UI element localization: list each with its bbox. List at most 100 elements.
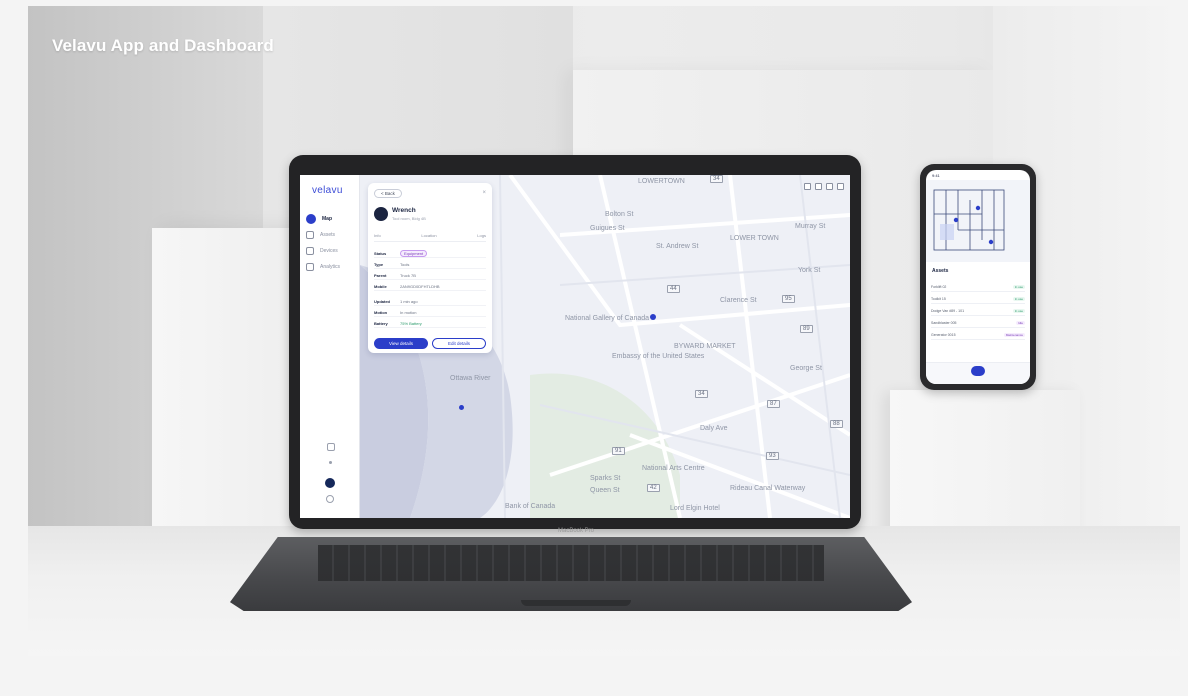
map-label: Queen St <box>590 487 620 494</box>
asset-avatar <box>374 207 388 221</box>
zoom-out-icon[interactable] <box>837 183 844 190</box>
chart-icon <box>306 263 314 271</box>
asset-name: Wrench <box>392 207 416 214</box>
asset-location-marker[interactable] <box>650 314 656 320</box>
sidebar-item-label: Assets <box>320 232 336 238</box>
map-label: Sparks St <box>590 475 621 482</box>
map-label: Lord Elgin Hotel <box>670 505 720 512</box>
field-value: In motion <box>400 309 417 315</box>
brand-logo: velavu <box>312 185 343 196</box>
map-label: BYWARD MARKET <box>674 343 736 350</box>
field-label: Status <box>374 250 387 256</box>
field-value: Tools <box>400 261 410 267</box>
sidebar-item-devices[interactable]: Devices <box>306 245 358 257</box>
road <box>508 175 850 328</box>
list-item[interactable]: Forklift 02 In use <box>931 282 1025 292</box>
field-label: Battery <box>374 320 388 326</box>
avatar[interactable] <box>325 478 335 488</box>
field-label: Mobile <box>374 283 387 289</box>
slide-title: Velavu App and Dashboard <box>52 36 274 55</box>
map-label: Murray St <box>795 223 826 230</box>
road-number-badge: 95 <box>782 295 795 303</box>
list-item[interactable]: Sandblaster 005 Idle <box>931 318 1025 328</box>
tab-location[interactable]: Location <box>421 233 436 238</box>
sidebar-item-label: Devices <box>320 248 338 254</box>
sidebar-item-label: Analytics <box>320 264 341 270</box>
phone-center-tab-button[interactable] <box>971 366 985 376</box>
phone-floor-map[interactable] <box>926 180 1030 262</box>
map-label: Clarence St <box>720 297 757 304</box>
phone-screen: 9:41 Assets Forklift 02 In use Toolkit 1… <box>926 170 1030 384</box>
road <box>728 175 772 518</box>
map-label: Rideau Canal Waterway <box>730 485 806 492</box>
settings-icon[interactable] <box>329 461 332 464</box>
list-item-name: Dodge Van #89 - 101 <box>931 308 965 313</box>
sidebar: velavu Map Assets Devices Analytics <box>300 175 360 518</box>
laptop-model-label: MacBook Pro <box>557 528 594 534</box>
list-item-name: Forklift 02 <box>931 284 947 289</box>
list-item[interactable]: Dodge Van #89 - 101 In use <box>931 306 1025 316</box>
zoom-in-icon[interactable] <box>826 183 833 190</box>
asset-field-row: Type Tools <box>374 260 486 269</box>
fullscreen-icon[interactable] <box>815 183 822 190</box>
status-badge: In use <box>1012 296 1025 301</box>
help-icon[interactable] <box>326 495 334 503</box>
list-item-name: Generator 0015 <box>931 332 956 337</box>
device-icon <box>306 247 314 255</box>
status-bar-time: 9:41 <box>932 173 940 178</box>
floor-plan <box>933 189 1005 251</box>
status-badge: Equipment <box>400 249 428 257</box>
map-label: Guigues St <box>590 225 625 232</box>
asset-field-row: Parent Truck 7B <box>374 271 486 280</box>
status-badge: In use <box>1012 284 1025 289</box>
sidebar-item-assets[interactable]: Assets <box>306 229 358 241</box>
map-label: Daly Ave <box>700 425 728 432</box>
layers-icon[interactable] <box>804 183 811 190</box>
battery-value: 75% Battery <box>400 320 422 326</box>
road-number-badge: 42 <box>647 484 660 492</box>
view-details-button[interactable]: View details <box>374 338 428 349</box>
map-label: Embassy of the United States <box>612 353 705 360</box>
close-icon[interactable]: × <box>482 190 486 196</box>
asset-field-row: Mobile 2AN9GD0DFHTLDHB <box>374 282 486 291</box>
map-label: Ottawa River <box>450 375 491 382</box>
status-badge: In use <box>1012 308 1025 313</box>
laptop-keyboard <box>318 545 824 581</box>
map-controls <box>804 183 844 190</box>
asset-detail-card: < Back × Wrench Tool room, Bldg 4B Info … <box>368 183 492 353</box>
map-label: LOWERTOWN <box>638 178 685 185</box>
road-number-badge: 93 <box>766 452 779 460</box>
notification-icon[interactable] <box>327 443 335 451</box>
map-label: LOWER TOWN <box>730 235 779 242</box>
sidebar-item-analytics[interactable]: Analytics <box>306 261 358 273</box>
tab-info[interactable]: Info <box>374 233 381 238</box>
edit-details-button[interactable]: Edit details <box>432 338 486 349</box>
road-number-badge: 34 <box>695 390 708 398</box>
tab-logs[interactable]: Logs <box>477 233 486 238</box>
list-item[interactable]: Toolkit 15 In use <box>931 294 1025 304</box>
status-badge: Idle <box>1016 320 1025 325</box>
map-label: National Arts Centre <box>642 465 705 472</box>
list-item-name: Sandblaster 005 <box>931 320 957 325</box>
field-value: 2AN9GD0DFHTLDHB <box>400 283 440 289</box>
asset-tabs: Info Location Logs <box>374 233 486 242</box>
map-icon <box>306 214 316 224</box>
asset-location-marker[interactable] <box>459 405 464 410</box>
box-icon <box>306 231 314 239</box>
field-label: Parent <box>374 272 387 278</box>
phone-list-title: Assets <box>932 268 949 274</box>
road-number-badge: 91 <box>612 447 625 455</box>
road-number-badge: 34 <box>710 175 723 183</box>
back-button[interactable]: < Back <box>374 189 402 198</box>
laptop-hinge-notch <box>521 600 631 606</box>
asset-subtitle: Tool room, Bldg 4B <box>392 216 426 221</box>
list-item[interactable]: Generator 0015 Maintenance <box>931 330 1025 340</box>
field-value: Truck 7B <box>400 272 416 278</box>
map-label: National Gallery of Canada <box>565 315 650 322</box>
sidebar-item-map[interactable]: Map <box>306 213 358 225</box>
field-label: Type <box>374 261 384 267</box>
road-number-badge: 89 <box>800 325 813 333</box>
map-label: George St <box>790 365 822 372</box>
field-value: 1 min ago <box>400 298 418 304</box>
status-badge: Maintenance <box>1003 332 1025 337</box>
